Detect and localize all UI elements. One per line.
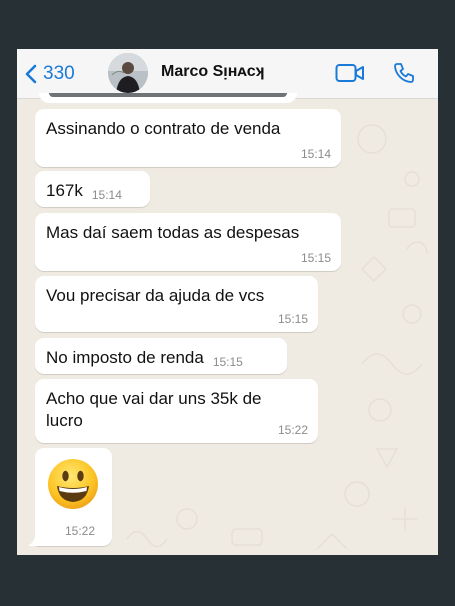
message-bubble[interactable]: 167k 15:14 [35,171,150,207]
message-bubble[interactable]: Mas daí saem todas as despesas 15:15 [35,213,341,271]
unread-count: 330 [43,63,75,84]
message-text: Assinando o contrato de venda [46,119,281,138]
message-time: 15:22 [65,524,96,538]
message-bubble[interactable]: Acho que vai dar uns 35k de lucro 15:22 [35,379,318,443]
avatar-photo [108,53,148,93]
contact-name[interactable]: Marco Sᴉʜᴀᴄʞ [161,63,265,81]
video-call-icon[interactable] [335,63,365,83]
message-bubble[interactable]: 15:22 [28,448,112,546]
chat-screen: 330 Marco Sᴉʜᴀᴄʞ Assinando o contrato de… [17,49,438,555]
message-time: 15:22 [277,423,308,437]
previous-image-message-edge [39,93,297,103]
chat-header: 330 Marco Sᴉʜᴀᴄʞ [17,49,438,99]
message-text: No imposto de renda [46,348,204,367]
phone-call-icon[interactable] [392,61,416,85]
chevron-left-icon [25,64,37,84]
message-time: 15:14 [300,147,331,161]
bubble-tail [28,532,42,546]
message-time: 15:15 [300,251,331,265]
message-bubble[interactable]: No imposto de renda 15:15 [35,338,287,374]
grinning-face-icon [48,459,98,509]
contact-avatar[interactable] [108,53,148,93]
message-time: 15:15 [212,355,243,369]
message-text: Acho que vai dar uns 35k de lucro [46,389,262,430]
back-button[interactable]: 330 [25,61,75,87]
message-time: 15:15 [277,312,308,326]
message-bubble[interactable]: Assinando o contrato de venda 15:14 [35,109,341,167]
message-text: Vou precisar da ajuda de vcs [46,286,265,305]
message-time: 15:14 [91,188,122,202]
message-text: 167k [46,181,83,200]
message-text: Mas daí saem todas as despesas [46,223,300,242]
message-bubble[interactable]: Vou precisar da ajuda de vcs 15:15 [35,276,318,332]
